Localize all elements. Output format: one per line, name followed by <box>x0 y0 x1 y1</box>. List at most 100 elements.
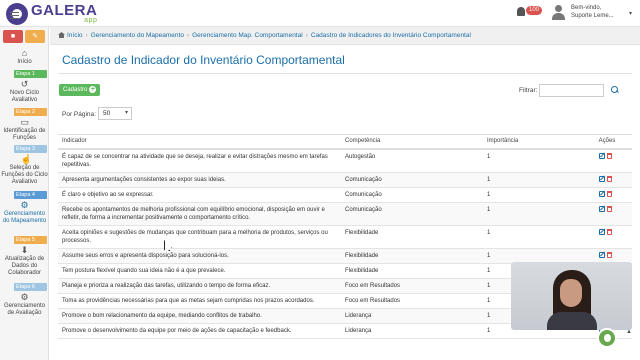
sidebar-item-inicio[interactable]: ⌂ Início <box>0 49 49 66</box>
importancia-cell: 1 <box>483 187 578 203</box>
person-shirt <box>547 312 597 330</box>
sidebar-item-label: Gerenciamento de Avaliação <box>3 303 46 316</box>
trash-icon[interactable] <box>606 205 612 212</box>
sidebar-edit-button[interactable]: ✎ <box>25 30 45 43</box>
breadcrumb-link[interactable]: Gerenciamento Map. Comportamental <box>192 32 303 39</box>
trash-icon[interactable] <box>606 228 612 235</box>
notification-badge: 100 <box>526 6 543 15</box>
inbox-icon: ▭ <box>20 117 30 127</box>
stage-badge: Etapa 3 <box>14 145 47 153</box>
indicador-cell: Assume seus erros e apresenta disposição… <box>58 248 341 264</box>
menu-toggle-icon[interactable] <box>10 12 19 19</box>
indicador-cell: Aceita opiniões e sugestões de mudanças … <box>58 225 341 249</box>
competencia-cell: Flexibilidade <box>341 263 483 279</box>
search-icon[interactable] <box>611 86 619 94</box>
bell-icon[interactable] <box>517 7 525 16</box>
edit-icon[interactable] <box>598 152 605 159</box>
home-icon <box>58 32 65 38</box>
sidebar-item-label: Gerenciamento do Mapeamento <box>2 211 47 224</box>
indicador-cell: Promove o bom relacionamento da equipe, … <box>58 308 341 324</box>
trash-icon[interactable] <box>606 175 612 182</box>
add-indicator-button[interactable]: Cadastro + <box>59 84 101 96</box>
page-title: Cadastro de Indicador do Inventário Comp… <box>62 53 345 67</box>
competencia-cell: Autogestão <box>341 148 483 173</box>
assistant-avatar-icon[interactable] <box>597 328 617 348</box>
table-row: Aceita opiniões e sugestões de mudanças … <box>58 225 632 249</box>
column-header[interactable]: Indicador <box>58 134 341 150</box>
table-header-row: Indicador Competência Importância Ações <box>58 134 632 150</box>
mouse-cursor-icon <box>164 240 171 250</box>
user-menu[interactable]: Bem-vindo, Suporte Leme... <box>571 4 614 20</box>
download-icon: ⬇ <box>20 245 29 255</box>
table-row: É capaz de se concentrar na atividade qu… <box>58 148 632 173</box>
competencia-cell: Flexibilidade <box>341 225 483 249</box>
edit-icon[interactable] <box>598 205 605 212</box>
galera-logo[interactable]: GALERA app <box>6 3 97 25</box>
table-row: É claro e objetivo ao se expressar. Comun… <box>58 187 632 203</box>
column-header[interactable]: Importância <box>483 134 578 150</box>
webcam-overlay <box>511 262 632 330</box>
indicador-cell: Tem postura flexível quando sua ideia nã… <box>58 263 341 279</box>
sidebar-red-button[interactable]: ■ <box>3 30 23 43</box>
actions-cell <box>578 148 632 173</box>
divider <box>58 73 632 74</box>
cogs-icon: ⚙ <box>20 200 29 210</box>
person-face <box>560 279 582 307</box>
breadcrumb-current[interactable]: Cadastro de Indicadores do Inventário Co… <box>311 32 471 39</box>
actions-cell <box>578 172 632 188</box>
importancia-cell: 1 <box>483 248 578 264</box>
indicador-cell: É claro e objetivo ao se expressar. <box>58 187 341 203</box>
stage-badge: Etapa 2 <box>14 108 47 116</box>
table-row: Recebe os apontamentos de melhoria profi… <box>58 202 632 226</box>
trash-icon[interactable] <box>606 251 612 258</box>
sidebar-item-selecao[interactable]: ☝ Seleção de Funções do Ciclo Avaliativo <box>0 155 49 186</box>
home-icon: ⌂ <box>21 48 28 58</box>
user-name: Suporte Leme... <box>571 13 614 19</box>
per-page-select[interactable]: 50 ▾ <box>98 107 132 120</box>
competencia-cell: Foco em Resultados <box>341 293 483 309</box>
trash-icon[interactable] <box>606 152 612 159</box>
importancia-cell: 1 <box>483 202 578 226</box>
competencia-cell: Foco em Resultados <box>341 278 483 294</box>
edit-icon[interactable] <box>598 251 605 258</box>
trash-icon[interactable] <box>606 190 612 197</box>
per-page-label: Por Página: <box>62 111 96 118</box>
competencia-cell: Comunicação <box>341 172 483 188</box>
actions-cell <box>578 225 632 249</box>
sidebar-item-label: Início <box>17 59 32 65</box>
sidebar-item-novo-ciclo[interactable]: ↺ Novo Ciclo Avaliativo <box>0 80 49 104</box>
sidebar-item-label: Atualização de Dados do Colaborador <box>4 256 45 276</box>
breadcrumb-link[interactable]: Gerenciamento do Mapeamento <box>91 32 184 39</box>
indicador-cell: Promove o desenvolvimento da equipe por … <box>58 323 341 339</box>
breadcrumb: Início › Gerenciamento do Mapeamento › Geren… <box>50 27 640 45</box>
column-header[interactable]: Competência <box>341 134 483 150</box>
table-row: Assume seus erros e apresenta disposição… <box>58 248 632 264</box>
importancia-cell: 1 <box>483 148 578 173</box>
indicador-cell: Apresenta argumentações consistentes ao … <box>58 172 341 188</box>
column-header: Ações <box>578 134 632 150</box>
actions-cell <box>578 202 632 226</box>
sidebar-item-avaliacao[interactable]: ⚙ Gerenciamento de Avaliação <box>0 293 49 317</box>
sidebar-item-gerenciamento-mapeamento[interactable]: ⚙ Gerenciamento do Mapeamento <box>0 201 49 225</box>
sidebar-item-atualizacao[interactable]: ⬇ Atualização de Dados do Colaborador <box>0 246 49 277</box>
competencia-cell: Liderança <box>341 308 483 324</box>
chevron-down-icon: ▾ <box>124 110 128 116</box>
edit-icon[interactable] <box>598 228 605 235</box>
sidebar: ■ ✎ ⌂ Início Etapa 1 ↺ Novo Ciclo Avalia… <box>0 27 49 360</box>
importancia-cell: 1 <box>483 172 578 188</box>
user-avatar-icon[interactable] <box>551 4 566 21</box>
filter-input[interactable] <box>539 84 604 97</box>
chevron-down-icon[interactable]: ▾ <box>629 10 632 17</box>
user-greeting: Bem-vindo, <box>571 5 602 11</box>
add-button-label: Cadastro <box>63 87 88 93</box>
breadcrumb-home[interactable]: Início <box>67 32 83 39</box>
table-row: Apresenta argumentações consistentes ao … <box>58 172 632 188</box>
edit-icon[interactable] <box>598 175 605 182</box>
sidebar-item-label: Identificação de Funções <box>3 128 46 141</box>
stage-badge: Etapa 4 <box>14 191 47 199</box>
hand-pointer-icon: ☝ <box>20 154 32 164</box>
scroll-up-icon[interactable]: ▲ <box>626 329 634 337</box>
edit-icon[interactable] <box>598 190 605 197</box>
sidebar-item-identificacao[interactable]: ▭ Identificação de Funções <box>0 118 49 142</box>
sidebar-item-label: Novo Ciclo Avaliativo <box>9 90 39 103</box>
